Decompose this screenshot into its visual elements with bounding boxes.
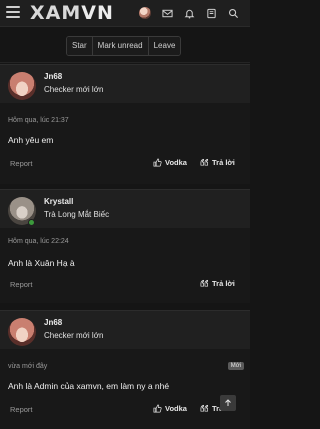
header-icons: [134, 5, 244, 21]
mark-unread-button[interactable]: Mark unread: [92, 37, 149, 55]
star-button[interactable]: Star: [67, 37, 93, 55]
reaction-button[interactable]: Vodka: [150, 155, 190, 170]
reaction-label: Vodka: [165, 158, 187, 167]
reply-button[interactable]: Trả lời: [197, 155, 238, 170]
post-timestamp[interactable]: Hôm qua, lúc 21:37: [8, 117, 69, 124]
quote-icon: [200, 404, 209, 412]
leave-button[interactable]: Leave: [148, 37, 181, 55]
online-indicator: [28, 219, 35, 226]
post-body: Hôm qua, lúc 22:24 Anh là Xuân Hạ à Repo…: [0, 228, 250, 303]
report-link[interactable]: Report: [10, 159, 33, 168]
user-title: Checker mới lớn: [44, 331, 104, 340]
site-logo[interactable]: XAMVN: [30, 2, 114, 24]
post-header: Jn68 Checker mới lớn: [0, 311, 250, 349]
username[interactable]: Krystall: [44, 197, 73, 206]
thumbs-up-icon: [153, 404, 162, 413]
new-badge: Mới: [227, 362, 244, 370]
report-link[interactable]: Report: [10, 280, 33, 289]
avatar[interactable]: [8, 72, 36, 100]
reply-label: Trả lời: [212, 158, 235, 167]
report-link[interactable]: Report: [10, 405, 33, 414]
scroll-to-top-button[interactable]: [220, 395, 236, 411]
post-content: Anh yêu em: [8, 135, 54, 145]
logo-text-xam: XAM: [30, 2, 82, 24]
username[interactable]: Jn68: [44, 318, 62, 327]
reply-button[interactable]: Trả lời: [197, 276, 238, 291]
post: Jn68 Checker mới lớn vừa mới đây Mới Anh…: [0, 310, 250, 429]
username[interactable]: Jn68: [44, 72, 62, 81]
thread-action-bar: Star Mark unread Leave: [0, 27, 250, 63]
logo-text-vn: VN: [81, 2, 114, 24]
post: Jn68 Checker mới lớn Hôm qua, lúc 21:37 …: [0, 64, 250, 184]
post-content: Anh là Admin của xamvn, em làm ny a nhé: [8, 381, 170, 391]
menu-icon[interactable]: [6, 6, 20, 18]
quote-icon: [200, 279, 209, 287]
user-title: Checker mới lớn: [44, 85, 104, 94]
thumbs-up-icon: [153, 158, 162, 167]
post-header: Krystall Trà Long Mắt Biếc: [0, 190, 250, 228]
post-timestamp[interactable]: Hôm qua, lúc 22:24: [8, 238, 69, 245]
user-title: Trà Long Mắt Biếc: [44, 210, 110, 219]
top-bar: XAMVN: [0, 0, 250, 27]
post-body: vừa mới đây Mới Anh là Admin của xamvn, …: [0, 349, 250, 429]
account-button[interactable]: [134, 5, 156, 21]
post-content: Anh là Xuân Hạ à: [8, 258, 75, 268]
thread-actions: Star Mark unread Leave: [66, 36, 182, 56]
search-icon[interactable]: [222, 5, 244, 21]
bell-icon[interactable]: [178, 5, 200, 21]
post-header: Jn68 Checker mới lớn: [0, 65, 250, 103]
avatar: [139, 7, 151, 19]
post-body: Hôm qua, lúc 21:37 Anh yêu em Report Vod…: [0, 103, 250, 184]
reaction-label: Vodka: [165, 404, 187, 413]
bookmark-icon[interactable]: [200, 5, 222, 21]
reaction-button[interactable]: Vodka: [150, 401, 190, 416]
arrow-up-icon: [225, 399, 231, 406]
reply-label: Trả lời: [212, 279, 235, 288]
avatar[interactable]: [8, 318, 36, 346]
post: Krystall Trà Long Mắt Biếc Hôm qua, lúc …: [0, 189, 250, 303]
quote-icon: [200, 158, 209, 166]
mail-icon[interactable]: [156, 5, 178, 21]
post-timestamp[interactable]: vừa mới đây: [8, 363, 47, 370]
